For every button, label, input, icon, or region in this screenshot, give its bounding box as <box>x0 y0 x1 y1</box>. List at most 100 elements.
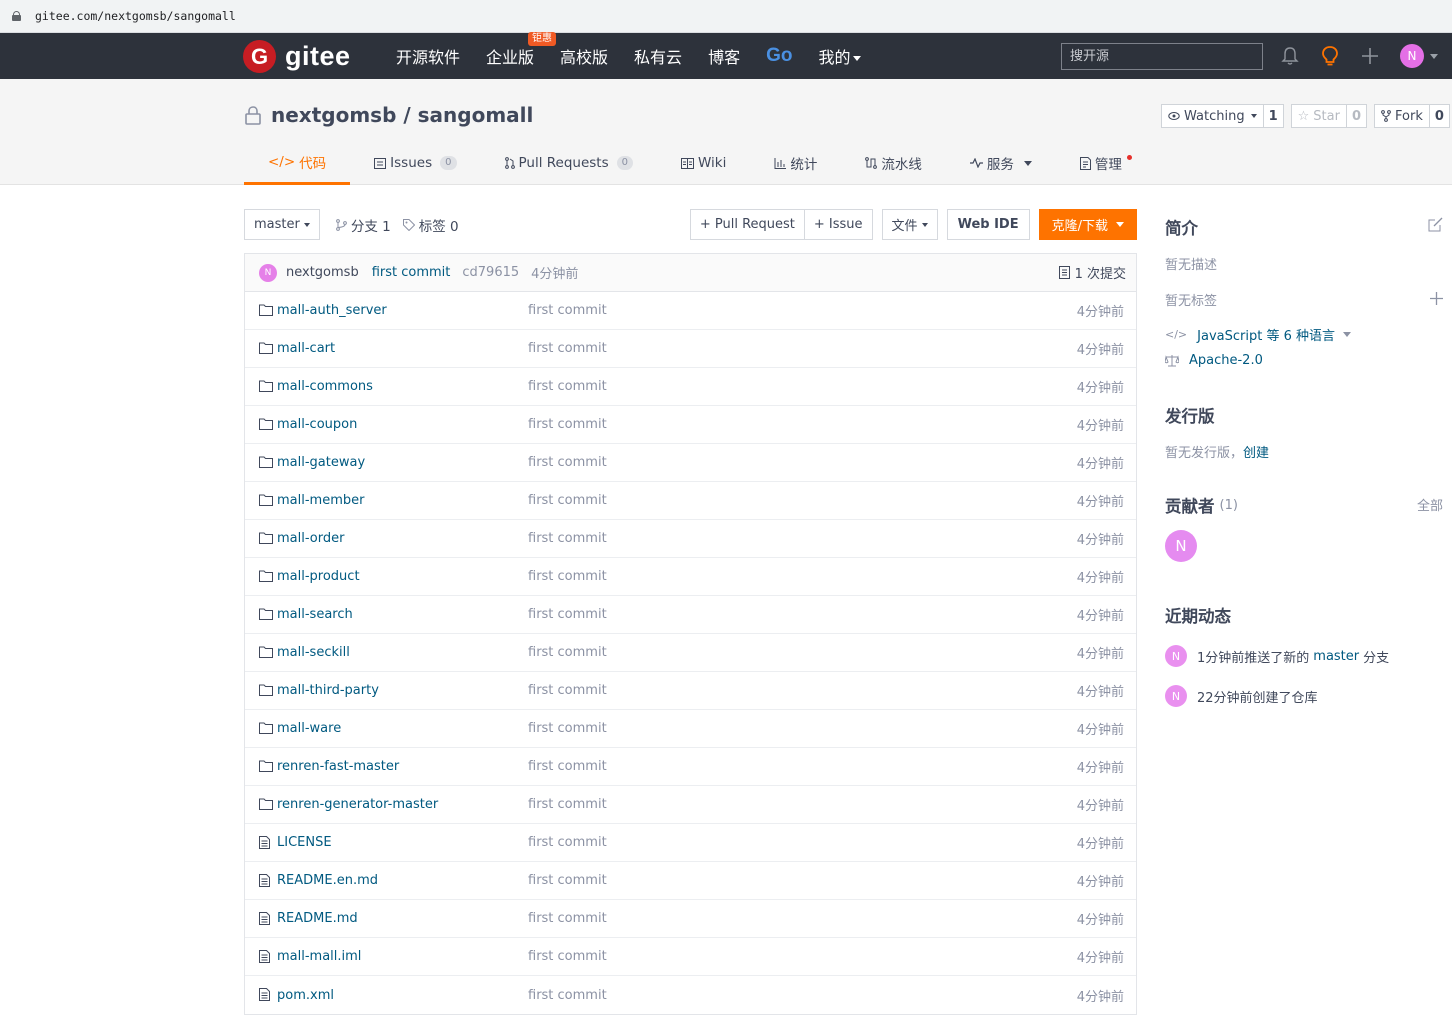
nav-link-opensource[interactable]: 开源软件 <box>396 44 460 68</box>
languages-row[interactable]: </> JavaScript 等 6 种语言 <box>1165 325 1443 344</box>
file-row[interactable]: renren-generator-master first commit 4分钟前 <box>245 786 1136 824</box>
file-row[interactable]: mall-member first commit 4分钟前 <box>245 482 1136 520</box>
file-commit-message[interactable]: first commit <box>528 949 607 964</box>
nav-link-blog[interactable]: 博客 <box>708 44 740 68</box>
file-commit-message[interactable]: first commit <box>528 797 607 812</box>
file-name[interactable]: mall-auth_server <box>277 303 387 318</box>
clone-download-button[interactable]: 克隆/下载 <box>1038 209 1137 240</box>
tab-pull-requests[interactable]: Pull Requests 0 <box>481 141 658 185</box>
file-name[interactable]: README.md <box>277 911 358 926</box>
plus-icon[interactable] <box>1360 46 1380 66</box>
license-link[interactable]: Apache-2.0 <box>1189 353 1263 368</box>
branch-select[interactable]: master <box>244 209 320 240</box>
file-row[interactable]: mall-third-party first commit 4分钟前 <box>245 672 1136 710</box>
file-name[interactable]: mall-ware <box>277 721 341 736</box>
nav-link-education[interactable]: 高校版 <box>560 44 608 68</box>
file-commit-message[interactable]: first commit <box>528 873 607 888</box>
browser-address-bar[interactable]: gitee.com/nextgomsb/sangomall <box>0 0 1452 33</box>
commit-author-avatar[interactable]: N <box>259 263 277 282</box>
repo-owner[interactable]: nextgomsb <box>271 103 396 127</box>
url-text[interactable]: gitee.com/nextgomsb/sangomall <box>35 9 236 23</box>
tab-manage[interactable]: 管理 <box>1056 141 1156 185</box>
gitee-logo[interactable]: G gitee <box>243 40 351 73</box>
star-count[interactable]: 0 <box>1345 105 1366 127</box>
file-name[interactable]: mall-gateway <box>277 455 365 470</box>
file-commit-message[interactable]: first commit <box>528 341 607 356</box>
file-row[interactable]: mall-gateway first commit 4分钟前 <box>245 444 1136 482</box>
file-name[interactable]: renren-fast-master <box>277 759 399 774</box>
file-commit-message[interactable]: first commit <box>528 417 607 432</box>
new-pull-request-button[interactable]: + Pull Request <box>689 209 805 240</box>
commit-count-link[interactable]: 1 次提交 <box>1058 263 1126 282</box>
plus-icon[interactable] <box>1430 292 1443 305</box>
file-commit-message[interactable]: first commit <box>528 379 607 394</box>
web-ide-button[interactable]: Web IDE <box>946 209 1030 240</box>
file-commit-message[interactable]: first commit <box>528 569 607 584</box>
file-row[interactable]: pom.xml first commit 4分钟前 <box>245 976 1136 1014</box>
bell-icon[interactable] <box>1280 46 1300 66</box>
watch-button[interactable]: Watching 1 <box>1161 104 1284 128</box>
file-menu-button[interactable]: 文件 <box>881 209 938 240</box>
file-row[interactable]: mall-coupon first commit 4分钟前 <box>245 406 1136 444</box>
activity-branch-link[interactable]: master <box>1313 649 1359 664</box>
user-avatar[interactable]: N <box>1400 44 1424 68</box>
commit-sha[interactable]: cd79615 <box>462 265 519 280</box>
file-row[interactable]: mall-order first commit 4分钟前 <box>245 520 1136 558</box>
nav-link-mine[interactable]: 我的 <box>818 44 862 68</box>
file-commit-message[interactable]: first commit <box>528 531 607 546</box>
file-commit-message[interactable]: first commit <box>528 683 607 698</box>
file-commit-message[interactable]: first commit <box>528 303 607 318</box>
nav-link-go[interactable]: Go <box>766 45 792 67</box>
tab-stats[interactable]: 统计 <box>750 141 841 185</box>
tab-services[interactable]: 服务 <box>946 141 1056 185</box>
tags-link[interactable]: 标签 0 <box>402 215 459 235</box>
file-row[interactable]: mall-product first commit 4分钟前 <box>245 558 1136 596</box>
file-name[interactable]: mall-commons <box>277 379 373 394</box>
file-commit-message[interactable]: first commit <box>528 645 607 660</box>
search-input[interactable]: 搜开源 <box>1061 43 1263 70</box>
tab-code[interactable]: </> 代码 <box>244 141 351 185</box>
tab-pipeline[interactable]: 流水线 <box>841 141 946 185</box>
file-commit-message[interactable]: first commit <box>528 911 607 926</box>
file-row[interactable]: README.en.md first commit 4分钟前 <box>245 862 1136 900</box>
file-row[interactable]: renren-fast-master first commit 4分钟前 <box>245 748 1136 786</box>
file-name[interactable]: mall-seckill <box>277 645 350 660</box>
file-name[interactable]: README.en.md <box>277 873 378 888</box>
create-release-link[interactable]: 创建 <box>1243 446 1269 461</box>
file-name[interactable]: renren-generator-master <box>277 797 438 812</box>
file-name[interactable]: mall-cart <box>277 341 335 356</box>
languages-link[interactable]: JavaScript 等 6 种语言 <box>1197 325 1335 344</box>
file-commit-message[interactable]: first commit <box>528 493 607 508</box>
branches-link[interactable]: 分支 1 <box>335 215 391 235</box>
fork-button[interactable]: Fork 0 <box>1374 104 1450 128</box>
nav-link-private-cloud[interactable]: 私有云 <box>634 44 682 68</box>
repo-name[interactable]: sangomall <box>418 103 534 127</box>
fork-count[interactable]: 0 <box>1428 105 1449 127</box>
file-commit-message[interactable]: first commit <box>528 988 607 1003</box>
file-row[interactable]: mall-mall.iml first commit 4分钟前 <box>245 938 1136 976</box>
new-issue-button[interactable]: + Issue <box>804 209 873 240</box>
activity-avatar[interactable]: N <box>1165 645 1187 667</box>
contributor-avatar[interactable]: N <box>1165 530 1197 562</box>
commit-message[interactable]: first commit <box>372 265 451 280</box>
file-commit-message[interactable]: first commit <box>528 455 607 470</box>
file-name[interactable]: mall-coupon <box>277 417 357 432</box>
file-commit-message[interactable]: first commit <box>528 835 607 850</box>
edit-icon[interactable] <box>1428 217 1443 232</box>
file-row[interactable]: mall-seckill first commit 4分钟前 <box>245 634 1136 672</box>
tab-wiki[interactable]: Wiki <box>657 141 750 185</box>
file-name[interactable]: mall-search <box>277 607 353 622</box>
file-name[interactable]: LICENSE <box>277 835 332 850</box>
file-commit-message[interactable]: first commit <box>528 721 607 736</box>
file-row[interactable]: mall-search first commit 4分钟前 <box>245 596 1136 634</box>
watch-count[interactable]: 1 <box>1262 105 1283 127</box>
nav-link-enterprise[interactable]: 企业版 钜惠 <box>486 32 557 68</box>
file-name[interactable]: mall-order <box>277 531 344 546</box>
file-row[interactable]: LICENSE first commit 4分钟前 <box>245 824 1136 862</box>
file-name[interactable]: mall-third-party <box>277 683 379 698</box>
file-row[interactable]: mall-ware first commit 4分钟前 <box>245 710 1136 748</box>
all-contributors-link[interactable]: 全部 <box>1417 495 1443 514</box>
file-name[interactable]: pom.xml <box>277 988 334 1003</box>
file-name[interactable]: mall-product <box>277 569 360 584</box>
file-commit-message[interactable]: first commit <box>528 607 607 622</box>
